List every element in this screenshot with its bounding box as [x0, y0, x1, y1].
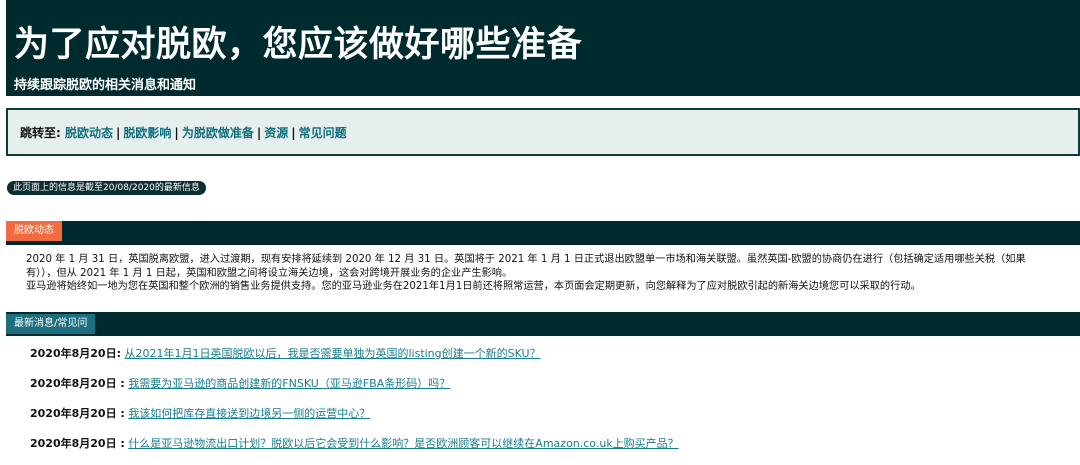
jump-link-prepare[interactable]: 为脱欧做准备: [182, 126, 254, 140]
faq-link[interactable]: 什么是亚马逊物流出口计划？脱欧以后它会受到什么影响？是否欧洲顾客可以继续在Ama…: [128, 437, 678, 450]
jump-link-brexit-updates[interactable]: 脱欧动态: [65, 126, 113, 140]
jump-navigation: 跳转至: 脱欧动态 | 脱欧影响 | 为脱欧做准备 | 资源 | 常见问题: [6, 108, 1080, 156]
faq-list: 2020年8月20日: 从2021年1月1日英国脱欧以后，我是否需要单独为英国的…: [30, 345, 1070, 465]
faq-date: 2020年8月20日 :: [30, 437, 125, 450]
page-title: 为了应对脱欧，您应该做好哪些准备: [14, 25, 583, 65]
jump-nav-row: 跳转至: 脱欧动态 | 脱欧影响 | 为脱欧做准备 | 资源 | 常见问题: [20, 124, 347, 141]
jump-nav-separator: |: [174, 126, 179, 140]
faq-tab: 最新消息/常见问: [6, 314, 96, 334]
update-date-badge: 此页面上的信息是截至20/08/2020的最新信息: [7, 181, 206, 195]
jump-nav-separator: |: [256, 126, 262, 140]
list-item: 2020年8月20日: 从2021年1月1日英国脱欧以后，我是否需要单独为英国的…: [30, 345, 1070, 375]
brexit-updates-header: 脱欧动态: [6, 221, 1080, 245]
faq-link[interactable]: 我需要为亚马逊的商品创建新的FNSKU（亚马逊FBA条形码）吗？: [128, 377, 450, 390]
faq-link[interactable]: 我该如何把库存直接送到边境另一侧的运营中心？: [128, 407, 370, 420]
jump-nav-label: 跳转至:: [20, 126, 61, 140]
faq-date: 2020年8月20日 :: [30, 377, 125, 390]
faq-date: 2020年8月20日 :: [30, 407, 125, 420]
jump-link-brexit-impact[interactable]: 脱欧影响: [123, 126, 171, 140]
faq-date: 2020年8月20日:: [30, 347, 121, 360]
list-item: 2020年8月20日 : 什么是亚马逊物流出口计划？脱欧以后它会受到什么影响？是…: [30, 435, 1070, 465]
jump-link-resources[interactable]: 资源: [264, 126, 288, 140]
hero-banner: 为了应对脱欧，您应该做好哪些准备 持续跟踪脱欧的相关消息和通知: [6, 0, 1080, 96]
faq-link[interactable]: 从2021年1月1日英国脱欧以后，我是否需要单独为英国的listing创建一个新…: [124, 347, 540, 360]
brexit-intro: 2020 年 1 月 31 日，英国脱离欧盟，进入过渡期，现有安排将延续到 20…: [26, 253, 1056, 294]
jump-nav-separator: |: [116, 126, 121, 140]
jump-link-faq[interactable]: 常见问题: [299, 126, 347, 140]
list-item: 2020年8月20日 : 我该如何把库存直接送到边境另一侧的运营中心？: [30, 405, 1070, 435]
brexit-updates-tab: 脱欧动态: [6, 221, 62, 241]
intro-paragraph-2: 亚马逊将始终如一地为您在英国和整个欧洲的销售业务提供支持。您的亚马逊业务在202…: [26, 281, 921, 292]
intro-paragraph-1: 2020 年 1 月 31 日，英国脱离欧盟，进入过渡期，现有安排将延续到 20…: [26, 254, 1026, 279]
list-item: 2020年8月20日 : 我需要为亚马逊的商品创建新的FNSKU（亚马逊FBA条…: [30, 375, 1070, 405]
faq-header: 最新消息/常见问: [6, 312, 1080, 336]
page-subtitle: 持续跟踪脱欧的相关消息和通知: [14, 78, 197, 93]
jump-nav-separator: |: [291, 126, 296, 140]
